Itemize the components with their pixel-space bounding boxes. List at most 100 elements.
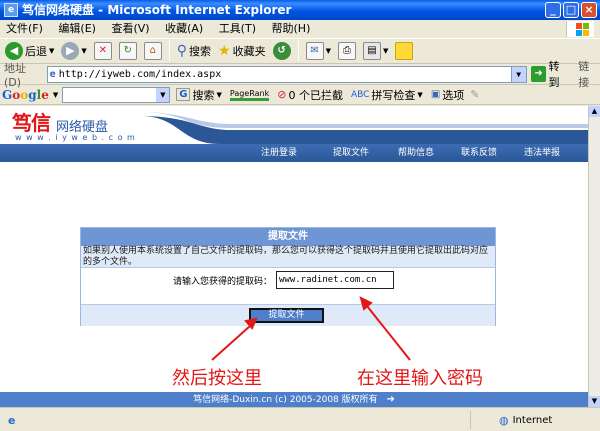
messenger-button[interactable] xyxy=(393,40,415,62)
print-button[interactable]: ⎙ xyxy=(336,40,358,62)
menu-bar: 文件(F) 编辑(E) 查看(V) 收藏(A) 工具(T) 帮助(H) xyxy=(0,20,600,38)
mail-button[interactable]: ✉ ▼ xyxy=(304,40,333,62)
messenger-icon xyxy=(395,42,414,60)
pagerank-button[interactable]: PageRank xyxy=(228,84,271,106)
mail-icon: ✉ xyxy=(305,42,324,60)
nav-fetch-file[interactable]: 提取文件 xyxy=(333,144,369,162)
spellcheck-icon: ABC xyxy=(350,89,370,100)
edit-icon: ▤ xyxy=(363,42,381,60)
page-content: 笃信 网络硬盘 w w w . i y w e b . c o m 注册登录 提… xyxy=(0,106,588,407)
address-input[interactable]: e http://iyweb.com/index.aspx ▼ xyxy=(46,65,527,83)
address-bar: 地址(D) e http://iyweb.com/index.aspx ▼ ➜ … xyxy=(0,60,600,89)
refresh-icon: ↻ xyxy=(118,42,137,60)
menu-edit[interactable]: 编辑(E) xyxy=(52,20,102,38)
minimize-button[interactable]: _ xyxy=(545,2,561,18)
chevron-down-icon: ▼ xyxy=(81,47,87,55)
chevron-down-icon[interactable]: ▼ xyxy=(510,66,526,82)
annotation-enter-code: 在这里输入密码 xyxy=(357,368,483,389)
stop-button[interactable]: ✕ xyxy=(92,40,114,62)
back-arrow-icon: ◀ xyxy=(5,42,23,60)
pencil-icon[interactable]: ✎ xyxy=(470,88,479,101)
nav-contact[interactable]: 联系反馈 xyxy=(461,144,497,162)
chevron-down-icon: ▼ xyxy=(325,47,331,55)
globe-icon: ◍ xyxy=(499,413,509,427)
standard-toolbar: ◀ 后退 ▼ ▶ ▼ ✕ ↻ ⌂ ⚲ 搜索 ★ 收藏夹 ↺ ✉ ▼ ⎙ ▤ ▼ xyxy=(0,38,600,64)
chevron-down-icon: ▼ xyxy=(383,47,389,55)
chevron-down-icon: ▼ xyxy=(417,90,423,99)
refresh-button[interactable]: ↻ xyxy=(117,40,139,62)
window-title-bar: e 笃信网络硬盘 - Microsoft Internet Explorer _… xyxy=(0,0,600,20)
pagerank-label: PageRank xyxy=(229,89,270,101)
page-icon: e xyxy=(49,68,56,80)
scroll-up-icon[interactable]: ▲ xyxy=(589,106,600,117)
go-arrow-icon: ➜ xyxy=(530,66,547,82)
panel-title: 提取文件 xyxy=(81,228,495,246)
ie-app-icon: e xyxy=(4,3,18,17)
star-icon: ★ xyxy=(218,43,231,59)
google-g-icon: G xyxy=(176,88,191,101)
menu-favorites[interactable]: 收藏(A) xyxy=(159,20,209,38)
favorites-label: 收藏夹 xyxy=(232,45,266,58)
panel-description: 如果别人使用本系统设置了自己文件的提取码，那么您可以获得这个提取码并且使用它提取… xyxy=(81,246,495,268)
window-controls: _ □ × xyxy=(545,2,597,18)
stop-icon: ✕ xyxy=(93,42,112,60)
menu-file[interactable]: 文件(F) xyxy=(0,20,49,38)
fetch-file-button[interactable]: 提取文件 xyxy=(249,308,324,323)
code-field-label: 请输入您获得的提取码： xyxy=(173,277,273,287)
zone-label: Internet xyxy=(512,414,553,426)
google-search-button[interactable]: G 搜索 ▼ xyxy=(174,84,224,106)
security-zone: ◍ Internet xyxy=(470,411,597,429)
chevron-down-icon[interactable]: ▼ xyxy=(53,91,58,99)
back-label: 后退 xyxy=(25,45,47,58)
menu-help[interactable]: 帮助(H) xyxy=(266,20,317,38)
spellcheck-button[interactable]: ABC 拼写检查 ▼ xyxy=(349,84,425,106)
google-search-input[interactable]: ▼ xyxy=(62,86,171,103)
close-button[interactable]: × xyxy=(581,2,597,18)
left-arrow xyxy=(211,325,251,361)
nav-register-login[interactable]: 注册登录 xyxy=(261,144,297,162)
home-icon: ⌂ xyxy=(143,42,162,60)
toolbar-divider xyxy=(168,41,170,61)
blocker-icon: ⊘ xyxy=(277,88,287,101)
vertical-scrollbar[interactable]: ▲ ▼ xyxy=(588,106,600,407)
panel-footer: 提取文件 xyxy=(81,304,495,326)
maximize-button[interactable]: □ xyxy=(563,2,579,18)
edit-button[interactable]: ▤ ▼ xyxy=(361,40,390,62)
annotation-click-here: 然后按这里 xyxy=(172,368,262,389)
banner-swoosh xyxy=(140,112,588,144)
footer-copyright: 笃信网络-Duxin.cn (c) 2005-2008 版权所有 xyxy=(193,395,378,405)
favorites-button[interactable]: ★ 收藏夹 xyxy=(216,40,268,62)
forward-arrow-icon: ▶ xyxy=(61,42,80,60)
site-footer: 笃信网络-Duxin.cn (c) 2005-2008 版权所有 ➜ xyxy=(0,392,588,407)
nav-help[interactable]: 帮助信息 xyxy=(398,144,434,162)
scroll-down-icon[interactable]: ▼ xyxy=(589,396,600,407)
blocked-count: 0 个已拦截 xyxy=(288,88,343,102)
history-button[interactable]: ↺ xyxy=(271,40,293,62)
code-field-row: 请输入您获得的提取码： www.radinet.com.cn xyxy=(81,270,495,292)
site-logo-url: w w w . i y w e b . c o m xyxy=(15,133,136,142)
google-logo[interactable]: Google xyxy=(2,88,49,102)
fetch-code-input[interactable]: www.radinet.com.cn xyxy=(276,271,394,289)
popup-blocker[interactable]: ⊘ 0 个已拦截 xyxy=(275,84,345,106)
chevron-down-icon: ▼ xyxy=(216,90,222,99)
fetch-file-panel: 提取文件 如果别人使用本系统设置了自己文件的提取码，那么您可以获得这个提取码并且… xyxy=(80,227,496,326)
forward-button[interactable]: ▶ ▼ xyxy=(59,40,88,62)
site-banner: 笃信 网络硬盘 w w w . i y w e b . c o m xyxy=(0,106,588,144)
print-icon: ⎙ xyxy=(338,42,356,60)
options-label: 选项 xyxy=(442,88,465,102)
nav-report[interactable]: 违法举报 xyxy=(524,144,560,162)
search-button[interactable]: ⚲ 搜索 xyxy=(175,40,213,62)
options-icon: ▣ xyxy=(430,89,441,100)
site-logo[interactable]: 笃信 xyxy=(12,107,51,136)
chevron-down-icon: ▼ xyxy=(49,47,55,55)
google-toolbar: Google ▼ ▼ G 搜索 ▼ PageRank ⊘ 0 个已拦截 ABC … xyxy=(0,85,600,105)
toolbar-divider xyxy=(297,41,299,61)
options-button[interactable]: ▣ 选项 xyxy=(429,84,466,106)
site-nav: 注册登录 提取文件 帮助信息 联系反馈 违法举报 xyxy=(0,144,588,162)
menu-tools[interactable]: 工具(T) xyxy=(213,20,262,38)
page-status-icon: e xyxy=(8,414,16,427)
spellcheck-label: 拼写检查 xyxy=(371,88,416,102)
menu-view[interactable]: 查看(V) xyxy=(105,20,155,38)
chevron-down-icon[interactable]: ▼ xyxy=(156,87,170,102)
home-button[interactable]: ⌂ xyxy=(142,40,164,62)
